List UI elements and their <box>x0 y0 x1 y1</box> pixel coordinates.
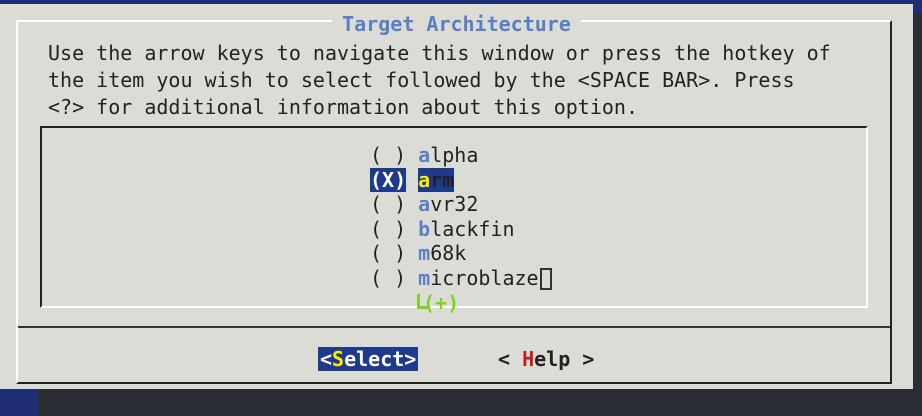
option-avr32[interactable]: ( ) avr32 <box>370 192 552 217</box>
button-bracket: < <box>498 347 523 371</box>
option-label-text: 68k <box>430 241 467 265</box>
option-m68k[interactable]: ( ) m68k <box>370 241 552 266</box>
more-options-indicator: (+) <box>415 291 459 315</box>
radio-button[interactable]: (X) <box>370 167 407 192</box>
button-divider <box>18 326 890 328</box>
option-label-text: rm <box>430 167 455 192</box>
select-button[interactable]: <Select> <box>318 347 419 371</box>
button-hotkey: S <box>332 347 345 371</box>
option-label: arm <box>418 167 455 192</box>
options-list: ( ) alpha (X) arm ( ) avr32 ( ) blackfin… <box>370 143 552 290</box>
option-hotkey: m <box>418 265 431 290</box>
option-label-text: lpha <box>430 143 479 167</box>
instructions: Use the arrow keys to navigate this wind… <box>48 40 898 121</box>
option-label: m68k <box>418 241 466 265</box>
option-label-text: icroblaze <box>430 265 539 290</box>
instruction-line: Use the arrow keys to navigate this wind… <box>48 41 831 65</box>
button-bracket: < <box>320 347 333 371</box>
radio-button[interactable]: ( ) <box>370 143 406 167</box>
instruction-line: the item you wish to select followed by … <box>48 68 795 92</box>
radio-button[interactable]: ( ) <box>370 266 406 290</box>
option-alpha[interactable]: ( ) alpha <box>370 143 552 168</box>
dialog-shadow-bottom <box>38 389 922 400</box>
help-button[interactable]: < Help > <box>498 347 594 371</box>
radio-button[interactable]: ( ) <box>370 217 406 241</box>
option-microblaze[interactable]: ( ) microblaze <box>370 266 552 291</box>
option-label: avr32 <box>418 192 478 216</box>
option-label: alpha <box>418 143 478 167</box>
option-label: blackfin <box>418 217 514 241</box>
button-label: elect> <box>344 347 417 371</box>
button-hotkey: H <box>522 347 535 371</box>
option-label-text: lackfin <box>430 216 515 241</box>
radio-button[interactable]: ( ) <box>370 241 406 265</box>
button-label: elp > <box>534 347 595 371</box>
option-label-text: vr32 <box>430 192 479 216</box>
radio-button[interactable]: ( ) <box>370 192 406 216</box>
dialog: Target Architecture Use the arrow keys t… <box>0 4 913 389</box>
option-hotkey: a <box>418 143 431 167</box>
dialog-shadow-right <box>913 14 922 400</box>
option-arm[interactable]: (X) arm <box>370 167 552 193</box>
option-label: microblaze <box>418 266 538 290</box>
option-hotkey: a <box>418 167 431 192</box>
option-hotkey: b <box>418 216 431 241</box>
text-cursor <box>539 267 552 290</box>
option-hotkey: a <box>418 192 431 216</box>
instruction-line: <?> for additional information about thi… <box>48 95 639 119</box>
terminal-background <box>0 400 922 416</box>
option-blackfin[interactable]: ( ) blackfin <box>370 217 552 242</box>
more-indicator-text: (+) <box>423 291 460 315</box>
option-hotkey: m <box>418 241 431 265</box>
dialog-title: Target Architecture <box>0 12 913 36</box>
